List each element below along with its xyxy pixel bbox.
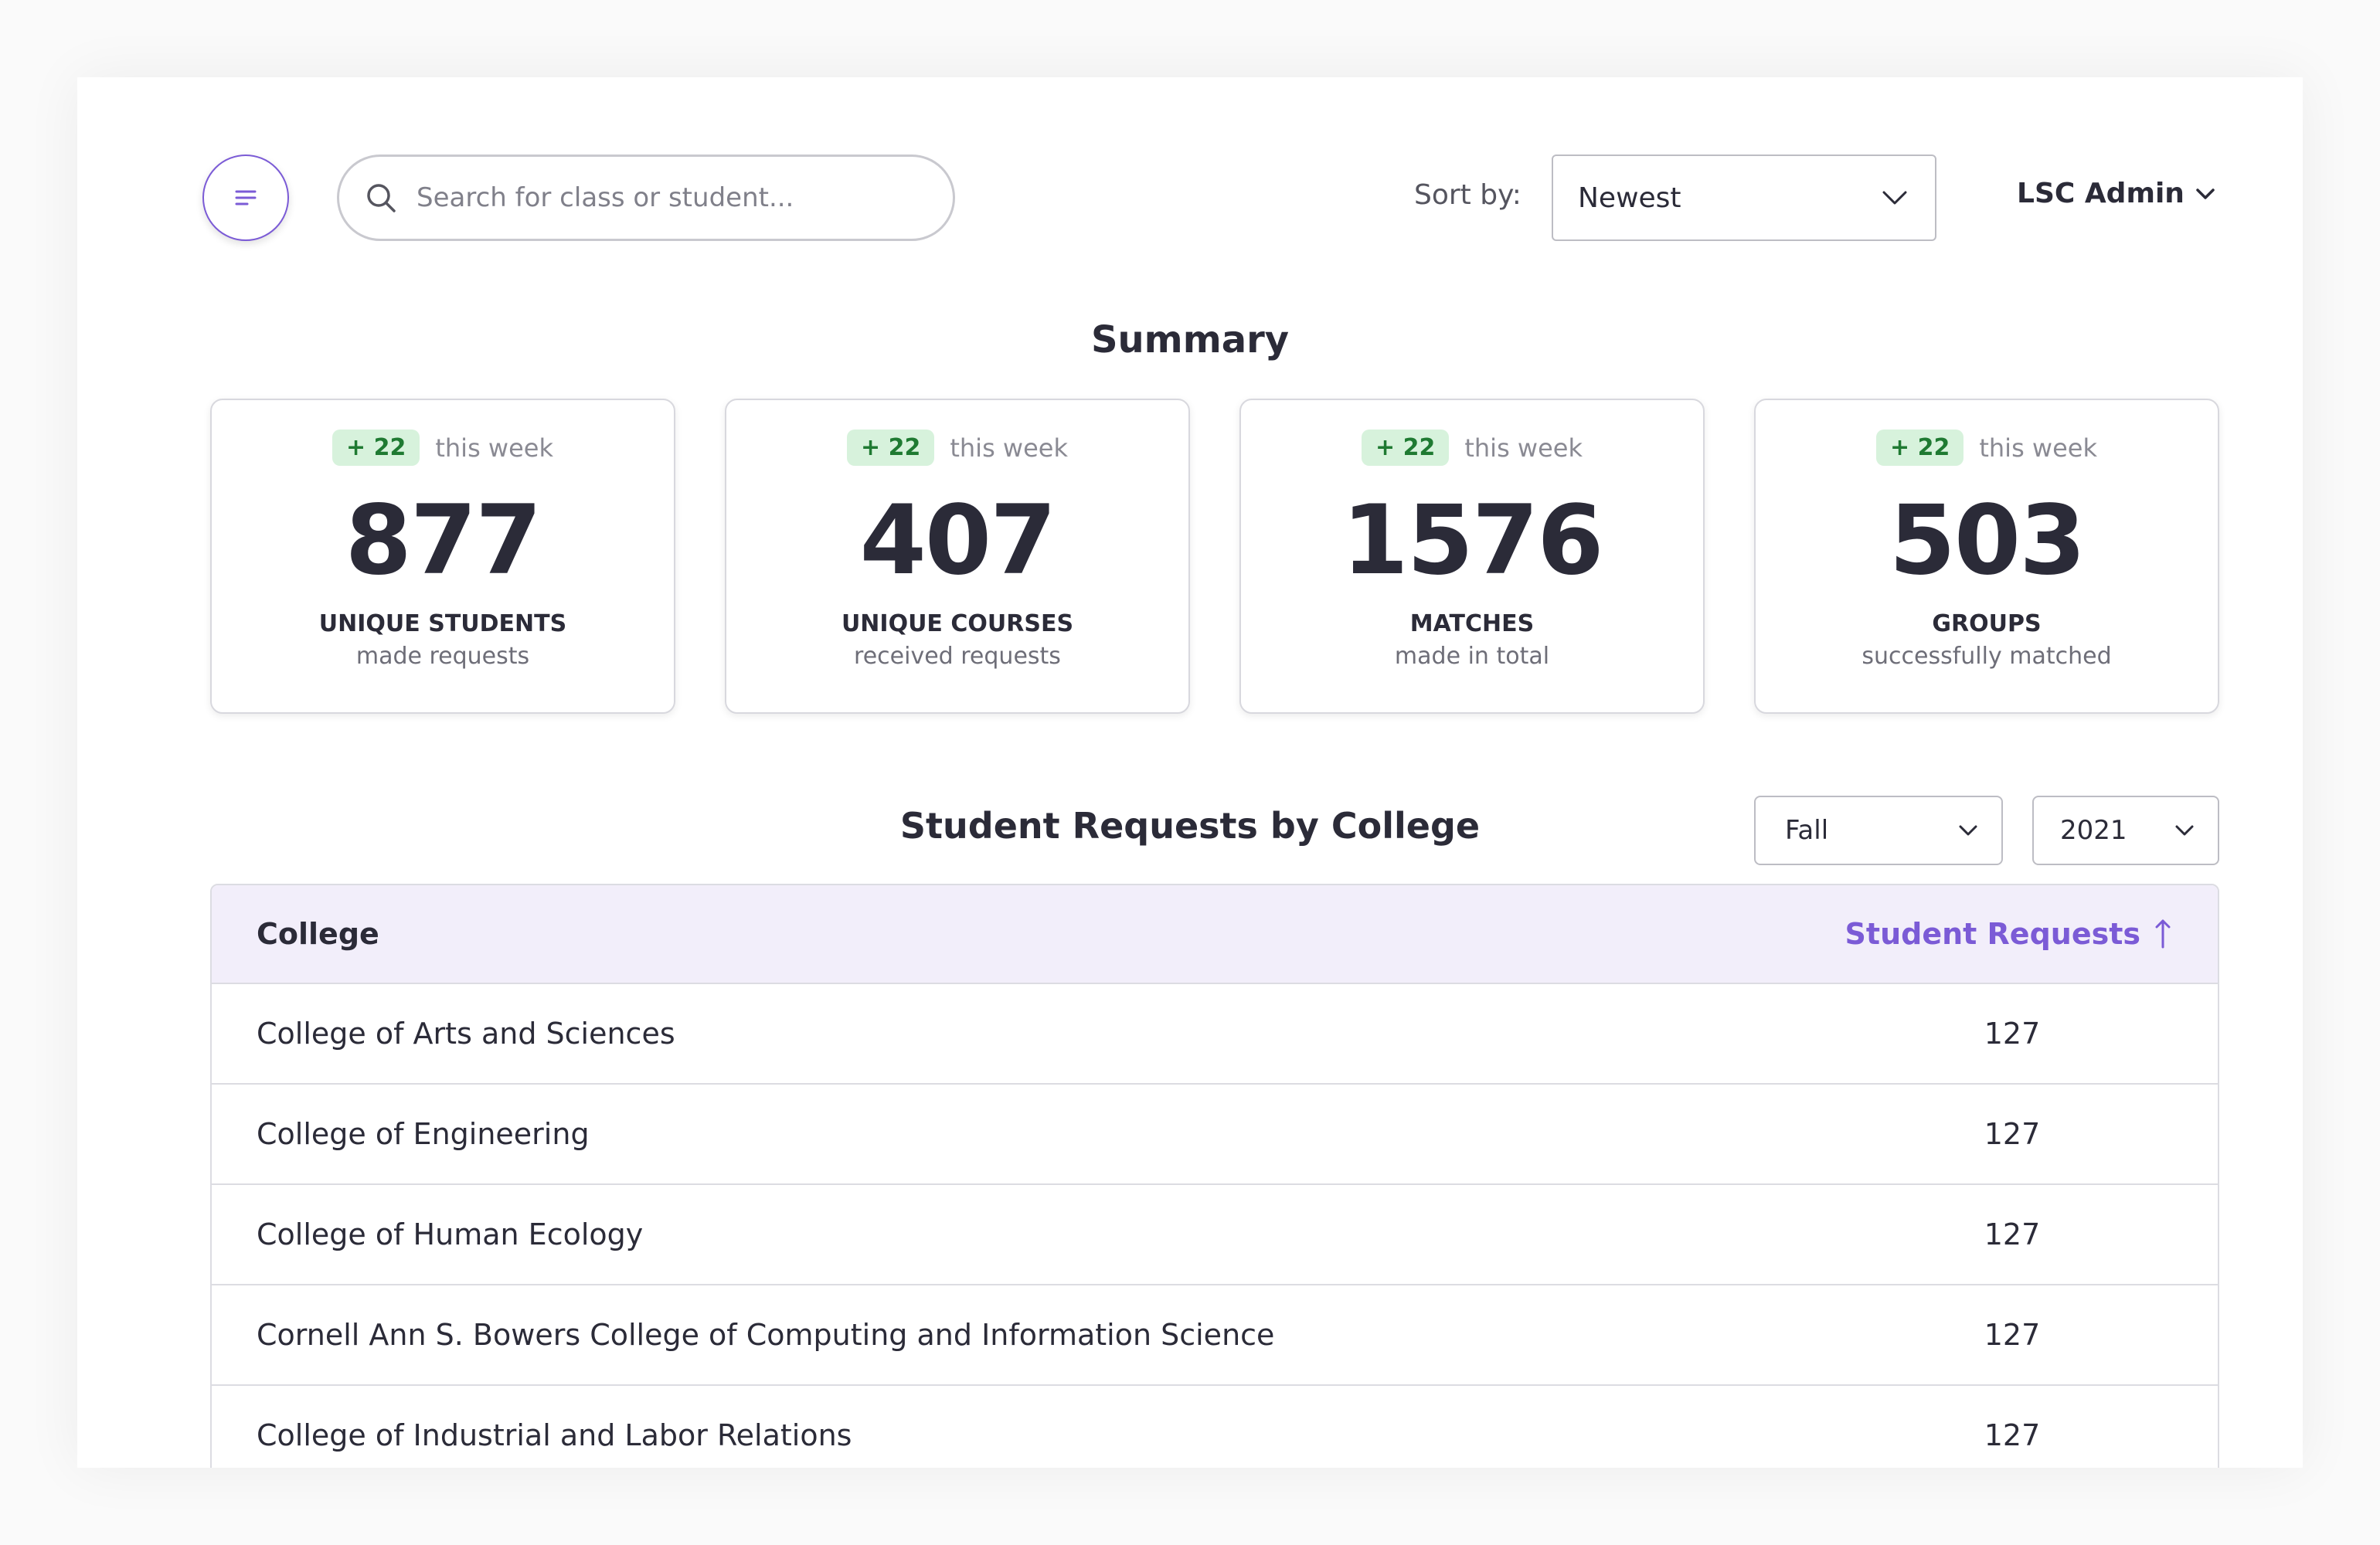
term-value: Fall bbox=[1785, 815, 1829, 846]
table-row[interactable]: Cornell Ann S. Bowers College of Computi… bbox=[212, 1285, 2218, 1386]
stat-card-courses: + 22 this week 407 UNIQUE COURSES receiv… bbox=[725, 399, 1190, 714]
delta-badge: + 22 bbox=[1362, 430, 1450, 466]
stat-sublabel: made requests bbox=[355, 643, 530, 670]
requests-table: College Student Requests College of Arts… bbox=[210, 884, 2219, 1468]
user-menu-label: LSC Admin bbox=[2017, 178, 2184, 209]
stat-sublabel: made in total bbox=[1394, 643, 1550, 670]
chevron-down-icon bbox=[1959, 825, 1977, 836]
college-name: Cornell Ann S. Bowers College of Computi… bbox=[257, 1318, 1275, 1352]
year-value: 2021 bbox=[2060, 815, 2127, 846]
menu-button[interactable] bbox=[202, 154, 289, 241]
summary-title: Summary bbox=[1090, 318, 1290, 362]
stat-value: 877 bbox=[345, 485, 542, 596]
chevron-down-icon bbox=[1882, 191, 1907, 205]
sort-ascending-icon bbox=[2155, 919, 2171, 949]
delta-period: this week bbox=[435, 433, 553, 463]
search-box[interactable] bbox=[337, 154, 955, 241]
stat-sublabel: successfully matched bbox=[1862, 643, 2112, 670]
stat-card-groups: + 22 this week 503 GROUPS successfully m… bbox=[1754, 399, 2219, 714]
sort-value: Newest bbox=[1578, 182, 1681, 214]
column-header-requests[interactable]: Student Requests bbox=[1845, 917, 2171, 951]
summary-cards: + 22 this week 877 UNIQUE STUDENTS made … bbox=[210, 399, 2219, 714]
stat-value: 503 bbox=[1889, 485, 2086, 596]
stat-sublabel: received requests bbox=[854, 643, 1061, 670]
request-count: 127 bbox=[1984, 1117, 2041, 1151]
request-count: 127 bbox=[1984, 1217, 2041, 1251]
college-name: College of Industrial and Labor Relation… bbox=[257, 1418, 852, 1452]
stat-label: UNIQUE STUDENTS bbox=[318, 610, 567, 637]
stat-label: GROUPS bbox=[1932, 610, 2042, 637]
sort-select[interactable]: Newest bbox=[1552, 154, 1936, 241]
table-row[interactable]: College of Industrial and Labor Relation… bbox=[212, 1386, 2218, 1468]
table-row[interactable]: College of Arts and Sciences 127 bbox=[212, 984, 2218, 1085]
search-input[interactable] bbox=[416, 182, 926, 213]
stat-label: UNIQUE COURSES bbox=[841, 610, 1074, 637]
request-count: 127 bbox=[1984, 1318, 2041, 1352]
delta-period: this week bbox=[1979, 433, 2097, 463]
delta-badge: + 22 bbox=[1876, 430, 1964, 466]
table-row[interactable]: College of Engineering 127 bbox=[212, 1085, 2218, 1185]
column-header-college[interactable]: College bbox=[257, 917, 379, 951]
college-name: College of Engineering bbox=[257, 1117, 590, 1151]
search-icon bbox=[367, 184, 396, 212]
table-row[interactable]: College of Human Ecology 127 bbox=[212, 1185, 2218, 1285]
college-name: College of Human Ecology bbox=[257, 1217, 644, 1251]
delta-period: this week bbox=[950, 433, 1068, 463]
year-select[interactable]: 2021 bbox=[2032, 796, 2219, 865]
request-count: 127 bbox=[1984, 1017, 2041, 1051]
college-name: College of Arts and Sciences bbox=[257, 1017, 675, 1051]
term-select[interactable]: Fall bbox=[1754, 796, 2003, 865]
column-header-requests-label: Student Requests bbox=[1844, 917, 2140, 951]
stat-value: 1576 bbox=[1341, 485, 1603, 596]
chevron-down-icon bbox=[2175, 825, 2194, 836]
stat-card-matches: + 22 this week 1576 MATCHES made in tota… bbox=[1239, 399, 1705, 714]
delta-badge: + 22 bbox=[847, 430, 935, 466]
stat-card-students: + 22 this week 877 UNIQUE STUDENTS made … bbox=[210, 399, 675, 714]
menu-icon bbox=[235, 190, 257, 205]
table-header: College Student Requests bbox=[212, 885, 2218, 984]
delta-period: this week bbox=[1464, 433, 1583, 463]
user-menu[interactable]: LSC Admin bbox=[2017, 178, 2215, 209]
stat-value: 407 bbox=[859, 485, 1057, 596]
sort-label: Sort by: bbox=[1414, 179, 1522, 211]
stat-label: MATCHES bbox=[1409, 610, 1535, 637]
request-count: 127 bbox=[1984, 1418, 2041, 1452]
delta-badge: + 22 bbox=[332, 430, 420, 466]
dashboard-panel: Sort by: Newest LSC Admin Summary + 22 t… bbox=[77, 77, 2303, 1468]
chevron-down-icon bbox=[2196, 188, 2215, 199]
